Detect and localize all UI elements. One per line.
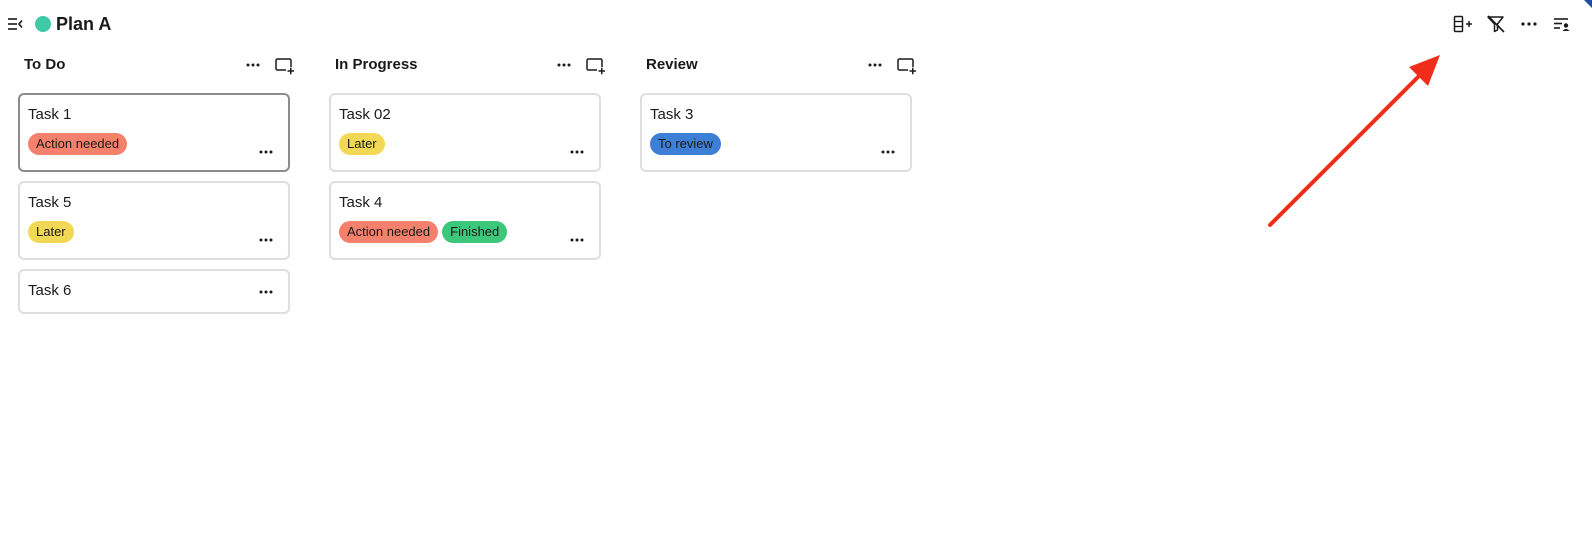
- task-title: Task 6: [28, 282, 72, 299]
- tag-list: Action needed Finished: [339, 221, 508, 243]
- tag-badge: Action needed: [339, 221, 439, 243]
- tag-badge: Later: [28, 221, 74, 243]
- card-list: Task 3 To review: [640, 93, 912, 181]
- task-title: Task 3: [650, 106, 694, 123]
- board-column: To Do Task 1 Action needed Task 5 Later Task …: [18, 48, 295, 314]
- column-title: In Progress: [335, 56, 418, 73]
- column-title: To Do: [24, 56, 66, 73]
- board-column: In Progress Task 02 Later Task 4 Action need…: [329, 48, 606, 260]
- column-more-icon[interactable]: [242, 56, 264, 74]
- plan-color-dot: [35, 16, 51, 32]
- task-title: Task 1: [28, 106, 72, 123]
- tag-badge: Finished: [442, 221, 508, 243]
- tag-list: To review: [650, 133, 721, 155]
- plan-title: Plan A: [56, 14, 112, 34]
- task-title: Task 5: [28, 194, 72, 211]
- add-card-icon[interactable]: [585, 55, 607, 77]
- column-more-icon[interactable]: [553, 56, 575, 74]
- tag-badge: Action needed: [28, 133, 128, 155]
- card-more-icon[interactable]: [567, 148, 587, 156]
- task-card[interactable]: Task 6: [18, 269, 290, 314]
- toolbar: [1453, 12, 1572, 36]
- task-card[interactable]: Task 5 Later: [18, 181, 290, 260]
- task-title: Task 02: [339, 106, 391, 123]
- add-card-icon[interactable]: [896, 55, 918, 77]
- card-more-icon[interactable]: [878, 148, 898, 156]
- tag-badge: To review: [650, 133, 721, 155]
- annotation-arrow: [1268, 55, 1440, 227]
- column-header: To Do: [18, 48, 295, 86]
- add-card-icon[interactable]: [274, 55, 296, 77]
- tag-list: Later: [339, 133, 385, 155]
- task-card[interactable]: Task 4 Action needed Finished: [329, 181, 601, 260]
- column-header: Review: [640, 48, 917, 86]
- column-more-icon[interactable]: [864, 56, 886, 74]
- tag-list: Later: [28, 221, 74, 243]
- card-more-icon[interactable]: [256, 148, 276, 156]
- card-more-icon[interactable]: [256, 236, 276, 244]
- card-more-icon[interactable]: [567, 236, 587, 244]
- view-settings-icon[interactable]: [1552, 12, 1572, 36]
- card-list: Task 1 Action needed Task 5 Later Task 6: [18, 93, 290, 323]
- tag-badge: Later: [339, 133, 385, 155]
- board-column: Review Task 3 To review: [640, 48, 917, 172]
- card-more-icon[interactable]: [256, 288, 276, 296]
- task-title: Task 4: [339, 194, 383, 211]
- tag-list: Action needed: [28, 133, 128, 155]
- clear-filter-icon[interactable]: [1486, 12, 1506, 36]
- column-title: Review: [646, 56, 698, 73]
- task-card[interactable]: Task 1 Action needed: [18, 93, 290, 172]
- card-list: Task 02 Later Task 4 Action needed Finished: [329, 93, 601, 269]
- column-header: In Progress: [329, 48, 606, 86]
- more-icon[interactable]: [1519, 12, 1539, 36]
- task-card[interactable]: Task 3 To review: [640, 93, 912, 172]
- add-column-icon[interactable]: [1453, 12, 1473, 36]
- header: Plan A: [0, 0, 1592, 48]
- task-card[interactable]: Task 02 Later: [329, 93, 601, 172]
- sidebar-toggle-icon[interactable]: [6, 15, 24, 33]
